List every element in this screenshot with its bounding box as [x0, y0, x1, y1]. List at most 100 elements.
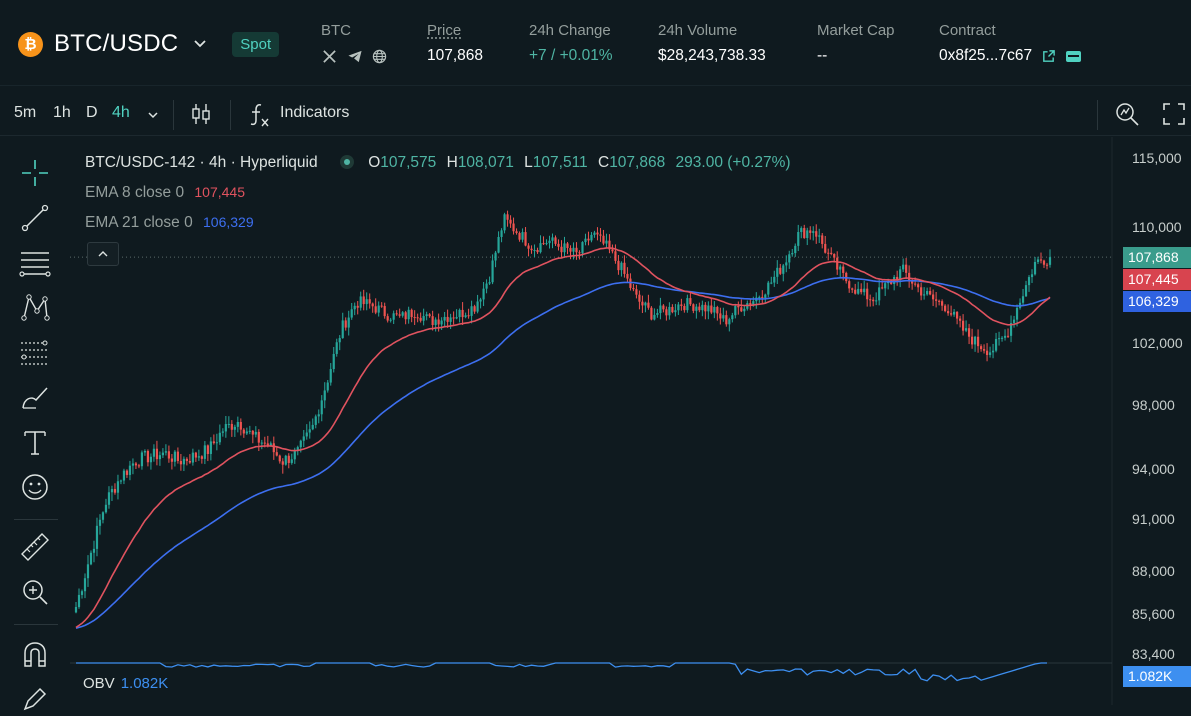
candle-body: [854, 289, 857, 294]
candle-body: [302, 436, 305, 441]
chevron-down-icon[interactable]: [192, 35, 208, 51]
globe-icon[interactable]: [371, 48, 388, 65]
obv-label: OBV: [83, 675, 115, 692]
candle-body: [725, 315, 728, 325]
candle-body: [677, 304, 680, 311]
collapse-legend-button[interactable]: [87, 242, 119, 266]
candle-body: [1003, 335, 1007, 338]
price-axis-label: 115,000: [1132, 150, 1182, 166]
candle-body: [476, 301, 479, 312]
contract-address[interactable]: 0x8f25...7c67: [939, 47, 1032, 65]
candle-body: [191, 452, 194, 463]
horizontal-lines-icon[interactable]: [18, 246, 52, 280]
price-axis-label: 83,400: [1132, 646, 1175, 662]
candle-body: [662, 305, 665, 310]
candle-body: [248, 430, 251, 432]
candle-body: [95, 525, 99, 549]
candle-body: [967, 328, 971, 337]
candle-body: [617, 260, 620, 271]
low-value: 107,511: [532, 154, 588, 171]
price-axis-label: 88,000: [1132, 563, 1175, 579]
candle-body: [926, 291, 929, 295]
candle-body: [533, 249, 536, 251]
external-link-icon[interactable]: [1041, 49, 1056, 64]
emoji-icon[interactable]: [18, 470, 52, 504]
candle-body: [434, 319, 437, 325]
candlestick-type-icon[interactable]: [190, 102, 212, 126]
low-label: L: [524, 154, 533, 171]
candle-body: [973, 336, 977, 345]
magnet-icon[interactable]: [18, 637, 52, 671]
candle-body: [713, 306, 716, 313]
candle-body: [827, 252, 830, 254]
trend-line-icon[interactable]: [18, 201, 52, 235]
candle-body: [707, 305, 710, 312]
open-label: O: [368, 154, 381, 171]
price-chart[interactable]: BTC/USDC-142 · 4h · Hyperliquid O107,575…: [70, 137, 1191, 705]
candle-body: [572, 247, 575, 252]
candle-body: [233, 426, 236, 430]
interval-4h[interactable]: 4h: [112, 104, 130, 122]
candle-body: [941, 301, 944, 306]
contract-label: Contract: [939, 22, 996, 39]
indicators-button[interactable]: Indicators: [280, 104, 349, 122]
pattern-tool-icon[interactable]: [18, 290, 52, 324]
candle-body: [833, 254, 836, 258]
candle-body: [326, 382, 329, 391]
candle-body: [530, 248, 533, 251]
zoom-in-icon[interactable]: [18, 575, 52, 609]
candle-body: [194, 452, 197, 458]
crosshair-icon[interactable]: [18, 156, 52, 190]
candle-body: [710, 305, 713, 313]
zoom-chart-icon[interactable]: [1114, 101, 1140, 127]
candle-body: [611, 249, 614, 252]
candle-body: [773, 276, 776, 283]
wallet-icon[interactable]: [1065, 49, 1082, 64]
candle-body: [650, 307, 653, 320]
ema21-label: EMA 21 close 0: [85, 214, 193, 231]
candle-body: [590, 234, 593, 241]
interval-1h[interactable]: 1h: [53, 104, 71, 122]
candle-body: [1027, 277, 1031, 286]
fullscreen-icon[interactable]: [1162, 102, 1186, 126]
candle-body: [263, 442, 266, 444]
candle-body: [938, 300, 941, 302]
candle-body: [452, 317, 455, 319]
candle-body: [839, 266, 842, 270]
chart-legend-ohlc: BTC/USDC-142 · 4h · Hyperliquid O107,575…: [85, 154, 791, 172]
ema8-label: EMA 8 close 0: [85, 184, 185, 201]
fib-retracement-icon[interactable]: [18, 335, 52, 369]
candle-body: [848, 281, 851, 289]
candle-body: [749, 303, 752, 305]
candle-body: [1021, 296, 1025, 303]
candle-body: [557, 243, 560, 247]
candle-body: [722, 315, 725, 319]
candle-body: [955, 311, 959, 319]
pencil-lock-icon[interactable]: [18, 682, 52, 716]
candle-body: [344, 320, 347, 328]
candle-body: [179, 461, 182, 465]
text-tool-icon[interactable]: [18, 425, 52, 459]
candle-body: [251, 430, 254, 435]
candle-body: [152, 448, 156, 457]
candle-body: [935, 299, 938, 301]
interval-5m[interactable]: 5m: [14, 104, 36, 122]
x-icon[interactable]: [321, 48, 338, 65]
candle-body: [182, 458, 185, 465]
candle-body: [137, 465, 141, 467]
chevron-down-icon[interactable]: [146, 109, 160, 121]
candle-body: [830, 252, 833, 255]
interval-d[interactable]: D: [86, 104, 98, 122]
candle-body: [914, 283, 917, 285]
ema8-value: 107,445: [194, 184, 245, 200]
brush-icon[interactable]: [18, 380, 52, 414]
candle-body: [728, 319, 731, 325]
ruler-icon[interactable]: [18, 530, 52, 564]
price-axis-label: 85,600: [1132, 606, 1175, 622]
candle-body: [98, 519, 102, 526]
candle-body: [494, 252, 497, 261]
pair-selector[interactable]: ₿ BTC/USDC Spot: [18, 28, 280, 60]
telegram-icon[interactable]: [346, 48, 363, 65]
market-status-icon: [339, 155, 354, 169]
function-icon[interactable]: [248, 102, 270, 128]
